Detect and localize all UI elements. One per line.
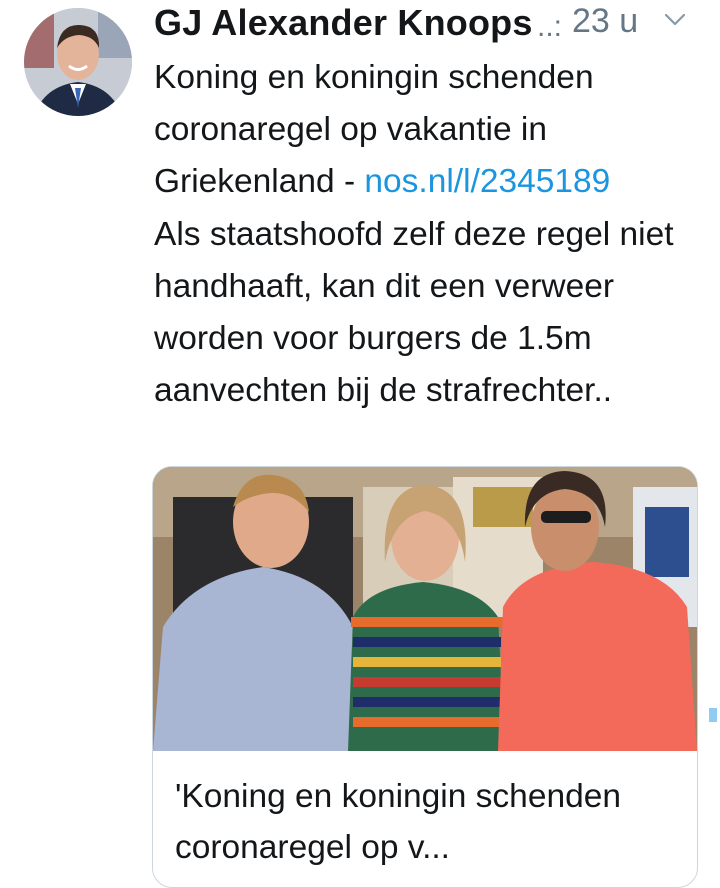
- link-card[interactable]: 'Koning en koningin schenden coronaregel…: [152, 466, 698, 888]
- author-avatar[interactable]: [24, 8, 132, 116]
- author-name[interactable]: GJ Alexander Knoops: [154, 2, 533, 44]
- tweet-link[interactable]: nos.nl/l/2345189: [364, 163, 610, 200]
- avatar-photo: [24, 8, 132, 116]
- card-title[interactable]: 'Koning en koningin schenden coronaregel…: [175, 771, 685, 873]
- tweet-header: GJ Alexander Knoops ..: 23 u: [154, 0, 699, 48]
- card-image[interactable]: [153, 467, 697, 751]
- tweet-timestamp[interactable]: 23 u: [572, 2, 638, 41]
- tweet-text-comment: Als staatshoofd zelf deze regel niet han…: [154, 215, 674, 410]
- name-truncation: ..:: [537, 10, 563, 43]
- scroll-marker: [709, 708, 717, 722]
- tweet-text: Koning en koningin schenden coronaregel …: [154, 52, 702, 417]
- chevron-down-icon[interactable]: [663, 8, 687, 32]
